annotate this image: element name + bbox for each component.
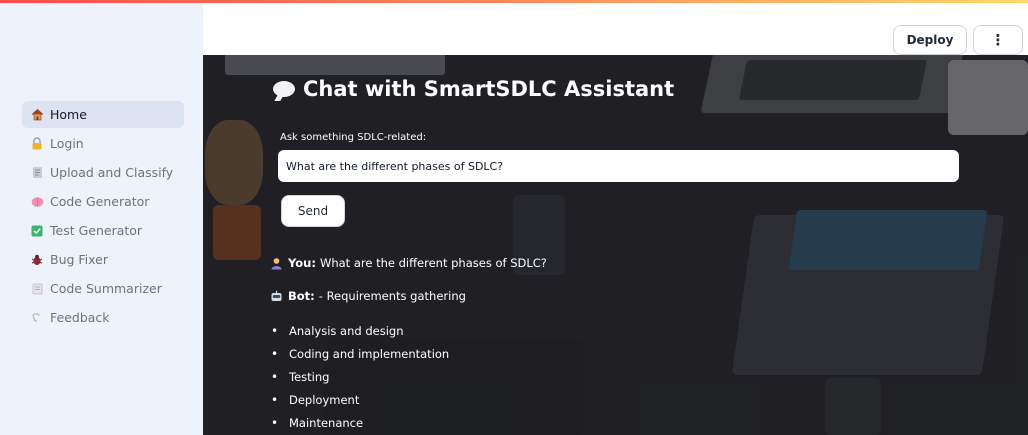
lock-icon xyxy=(30,137,44,151)
bot-response-list: Analysis and design Coding and implement… xyxy=(273,319,449,434)
summary-icon xyxy=(30,282,44,296)
sidebar-item-code-generator[interactable]: Code Generator xyxy=(22,188,184,215)
question-label: Ask something SDLC-related: xyxy=(280,132,427,143)
sidebar-item-label: Feedback xyxy=(50,310,110,325)
top-accent-bar xyxy=(0,0,1028,3)
question-input[interactable]: What are the different phases of SDLC? xyxy=(278,150,959,182)
deploy-button[interactable]: Deploy xyxy=(893,25,967,55)
sidebar-item-label: Home xyxy=(50,107,87,122)
list-item: Maintenance xyxy=(273,411,449,434)
sidebar: Home Login Upload and Classify Code Gene… xyxy=(0,3,203,435)
sidebar-item-test-generator[interactable]: Test Generator xyxy=(22,217,184,244)
sidebar-item-login[interactable]: Login xyxy=(22,130,184,157)
main-content: Chat with SmartSDLC Assistant Ask someth… xyxy=(203,55,1028,435)
document-icon xyxy=(30,166,44,180)
bug-icon xyxy=(30,253,44,267)
bot-label: Bot: xyxy=(288,289,315,303)
sidebar-item-label: Upload and Classify xyxy=(50,165,174,180)
more-menu-button[interactable]: ⋮ xyxy=(973,25,1023,55)
user-avatar-icon xyxy=(270,257,283,270)
user-label: You: xyxy=(288,256,316,270)
page-title-text: Chat with SmartSDLC Assistant xyxy=(303,77,675,101)
page-title: Chat with SmartSDLC Assistant xyxy=(273,77,674,101)
user-message: You: What are the different phases of SD… xyxy=(270,256,547,270)
list-item: Analysis and design xyxy=(273,319,449,342)
sidebar-item-home[interactable]: Home xyxy=(22,101,184,128)
checkbox-icon xyxy=(30,224,44,238)
sidebar-item-feedback[interactable]: Feedback xyxy=(22,304,184,331)
list-item: Coding and implementation xyxy=(273,342,449,365)
brain-icon xyxy=(30,195,44,209)
sidebar-item-label: Test Generator xyxy=(50,223,143,238)
robot-icon xyxy=(270,290,283,303)
feedback-icon xyxy=(30,311,44,325)
chat-panel: Chat with SmartSDLC Assistant Ask someth… xyxy=(203,55,1028,435)
bot-message: Bot: - Requirements gathering xyxy=(270,289,466,303)
sidebar-item-label: Code Summarizer xyxy=(50,281,162,296)
sidebar-item-code-summarizer[interactable]: Code Summarizer xyxy=(22,275,184,302)
app-header: Deploy ⋮ xyxy=(203,3,1028,55)
sidebar-item-label: Login xyxy=(50,136,84,151)
user-message-text: What are the different phases of SDLC? xyxy=(319,256,547,270)
sidebar-item-label: Bug Fixer xyxy=(50,252,109,267)
bot-message-text: - Requirements gathering xyxy=(318,289,466,303)
list-item: Deployment xyxy=(273,388,449,411)
sidebar-item-bug-fixer[interactable]: Bug Fixer xyxy=(22,246,184,273)
send-button[interactable]: Send xyxy=(281,195,345,227)
list-item: Testing xyxy=(273,365,449,388)
sidebar-item-label: Code Generator xyxy=(50,194,150,209)
sidebar-item-upload-and-classify[interactable]: Upload and Classify xyxy=(22,159,184,186)
home-icon xyxy=(30,108,44,122)
sidebar-nav: Home Login Upload and Classify Code Gene… xyxy=(22,101,184,333)
speech-bubble-icon xyxy=(273,81,295,97)
